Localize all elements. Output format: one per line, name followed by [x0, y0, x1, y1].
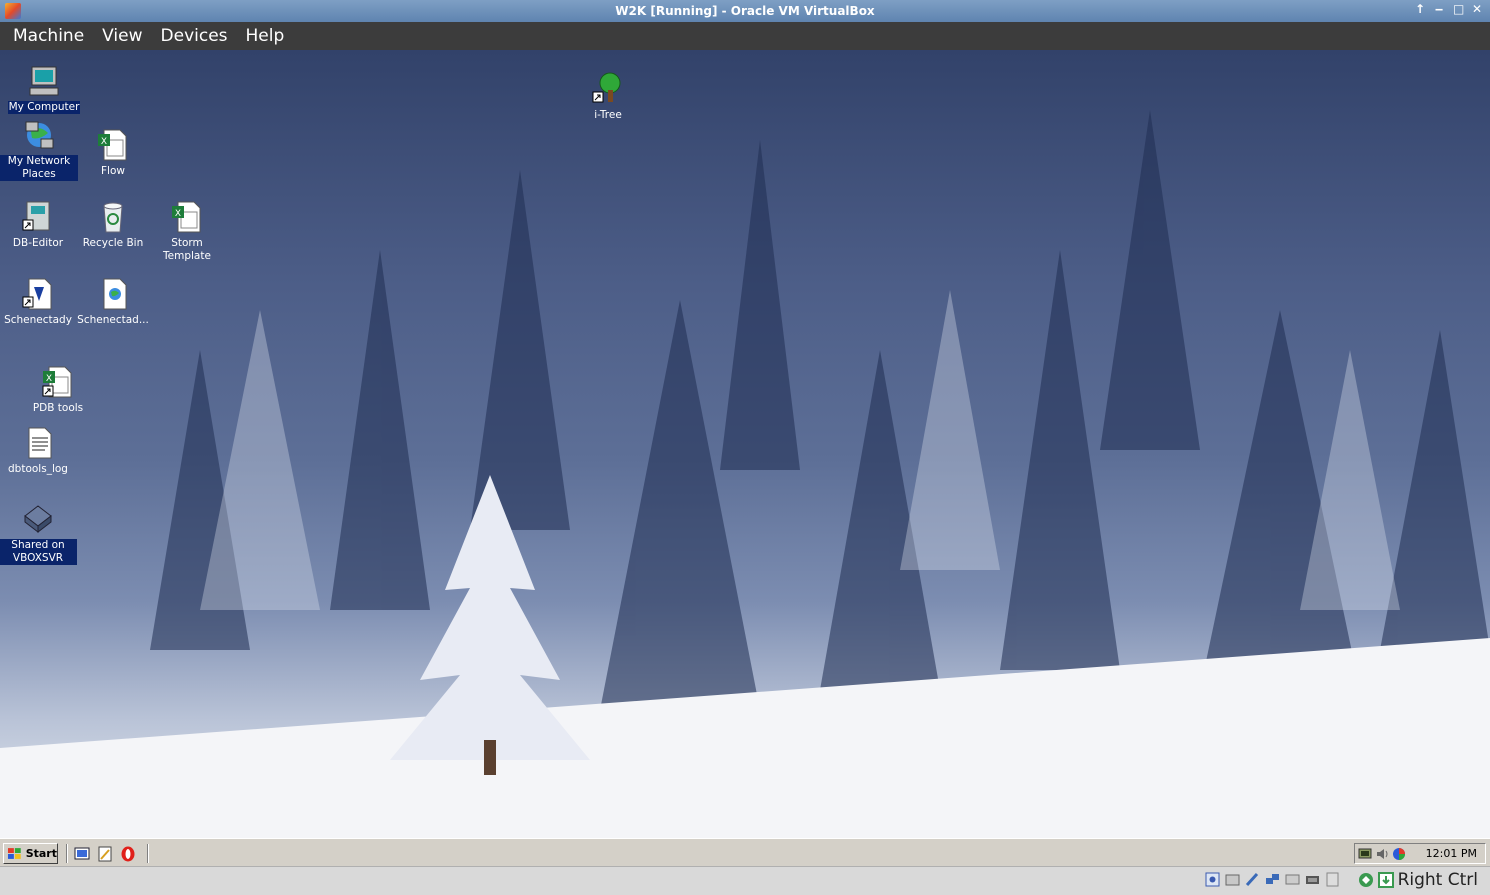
- desktop-icon-pdb-tools[interactable]: X PDB tools: [19, 365, 97, 415]
- desktop-icon-label: My Computer: [7, 101, 81, 114]
- hard-disk-status-icon[interactable]: [1205, 872, 1220, 887]
- volume-icon[interactable]: [1375, 847, 1389, 861]
- db-editor-shortcut-icon: [22, 201, 50, 231]
- svg-text:X: X: [46, 374, 52, 384]
- network-status-icon[interactable]: [1265, 872, 1280, 887]
- desktop-icon-flow[interactable]: X Flow: [74, 128, 152, 178]
- excel-file-icon: X: [98, 129, 127, 161]
- optical-drive-status-icon[interactable]: [1225, 872, 1240, 887]
- desktop-icon-db-editor[interactable]: DB-Editor: [0, 200, 77, 250]
- clock[interactable]: 12:01 PM: [1426, 847, 1477, 860]
- web-document-icon: [103, 278, 127, 310]
- desktop-icon-my-computer[interactable]: My Computer: [5, 64, 83, 114]
- start-button[interactable]: Start: [3, 843, 58, 864]
- host-statusbar: Right Ctrl: [0, 866, 1490, 895]
- excel-file-icon: X: [172, 201, 201, 233]
- menu-machine[interactable]: Machine: [4, 26, 93, 46]
- desktop-icon-storm-template[interactable]: X Storm Template: [148, 200, 226, 263]
- taskbar-separator: [66, 844, 68, 863]
- desktop-icon-label: i-Tree: [594, 109, 622, 121]
- wallpaper-frosted-tree: [390, 475, 590, 775]
- desktop-icon-recycle-bin[interactable]: Recycle Bin: [74, 200, 152, 250]
- audio-status-icon[interactable]: [1245, 872, 1260, 887]
- start-label: Start: [25, 847, 57, 860]
- notepad-quicklaunch-icon[interactable]: [97, 846, 113, 862]
- desktop-icon-dbtools-log[interactable]: dbtools_log: [0, 426, 77, 476]
- taskbar-separator: [147, 844, 149, 863]
- desktop-icon-i-tree[interactable]: i-Tree: [569, 72, 647, 122]
- desktop-icon-label: Recycle Bin: [82, 237, 144, 249]
- desktop-icon-my-network-places[interactable]: My Network Places: [0, 118, 78, 181]
- recycle-bin-icon: [103, 202, 123, 233]
- host-menubar: Machine View Devices Help: [0, 22, 1490, 50]
- desktop-icon-label: dbtools_log: [8, 463, 68, 475]
- desktop-icon-shared-on-vboxsvr[interactable]: Shared on VBOXSVR: [0, 502, 77, 565]
- show-desktop-icon[interactable]: [74, 846, 90, 862]
- window-controls: ↑ ‒ □ ✕: [1415, 2, 1482, 16]
- tree-shortcut-icon: [592, 72, 621, 103]
- host-window-titlebar[interactable]: W2K [Running] - Oracle VM VirtualBox ↑ ‒…: [0, 0, 1490, 22]
- host-key-indicator: Right Ctrl: [1358, 870, 1478, 890]
- excel-shortcut-icon: X: [42, 366, 72, 398]
- system-tray: 12:01 PM: [1354, 843, 1486, 864]
- maximize-button[interactable]: □: [1453, 2, 1464, 16]
- capture-state-icon[interactable]: [1358, 872, 1374, 888]
- host-window-title: W2K [Running] - Oracle VM VirtualBox: [615, 4, 875, 18]
- network-drive-icon: [24, 505, 52, 534]
- menu-view[interactable]: View: [93, 26, 151, 46]
- network-tray-icon[interactable]: [1358, 847, 1372, 861]
- guest-desktop[interactable]: My Computer My Network Places X Flow DB-…: [0, 50, 1490, 838]
- svg-text:X: X: [101, 137, 107, 147]
- host-key-arrow-icon: [1377, 872, 1394, 888]
- host-key-label: Right Ctrl: [1397, 870, 1478, 890]
- virtualbox-app-icon[interactable]: [5, 3, 21, 19]
- desktop-icon-label: My Network Places: [0, 155, 78, 181]
- desktop-icon-label: PDB tools: [32, 402, 84, 414]
- text-file-icon: [28, 427, 52, 459]
- desktop-icon-schenectady[interactable]: Schenectady: [0, 277, 77, 327]
- always-on-top-button[interactable]: ↑: [1415, 2, 1425, 16]
- wallpaper-snow-slope: [0, 638, 1490, 838]
- device-status-icons: [1205, 872, 1340, 887]
- desktop-icon-label: Schenectad...: [77, 314, 149, 326]
- taskbar: Start 12:01 PM: [0, 838, 1490, 866]
- computer-icon: [29, 66, 59, 96]
- opera-browser-icon[interactable]: [120, 846, 136, 862]
- close-button[interactable]: ✕: [1472, 2, 1482, 16]
- document-shortcut-icon: [22, 278, 52, 310]
- svg-text:X: X: [175, 209, 181, 219]
- desktop-icon-label: Schenectady: [4, 314, 72, 326]
- network-places-icon: [25, 121, 54, 149]
- desktop-icon-label: Storm Template: [163, 237, 211, 262]
- usb-status-icon[interactable]: [1285, 872, 1300, 887]
- minimize-button[interactable]: ‒: [1434, 2, 1444, 16]
- desktop-icon-label: Shared on VBOXSVR: [0, 539, 77, 565]
- windows-logo-icon: [7, 847, 21, 859]
- display-status-icon[interactable]: [1325, 872, 1340, 887]
- desktop-icon-label: Flow: [101, 165, 125, 177]
- shared-folders-status-icon[interactable]: [1305, 872, 1320, 887]
- antivirus-tray-icon[interactable]: [1392, 847, 1406, 861]
- menu-devices[interactable]: Devices: [152, 26, 237, 46]
- menu-help[interactable]: Help: [237, 26, 294, 46]
- desktop-icon-label: DB-Editor: [12, 237, 64, 249]
- desktop-icon-schenectady-web[interactable]: Schenectad...: [74, 277, 152, 327]
